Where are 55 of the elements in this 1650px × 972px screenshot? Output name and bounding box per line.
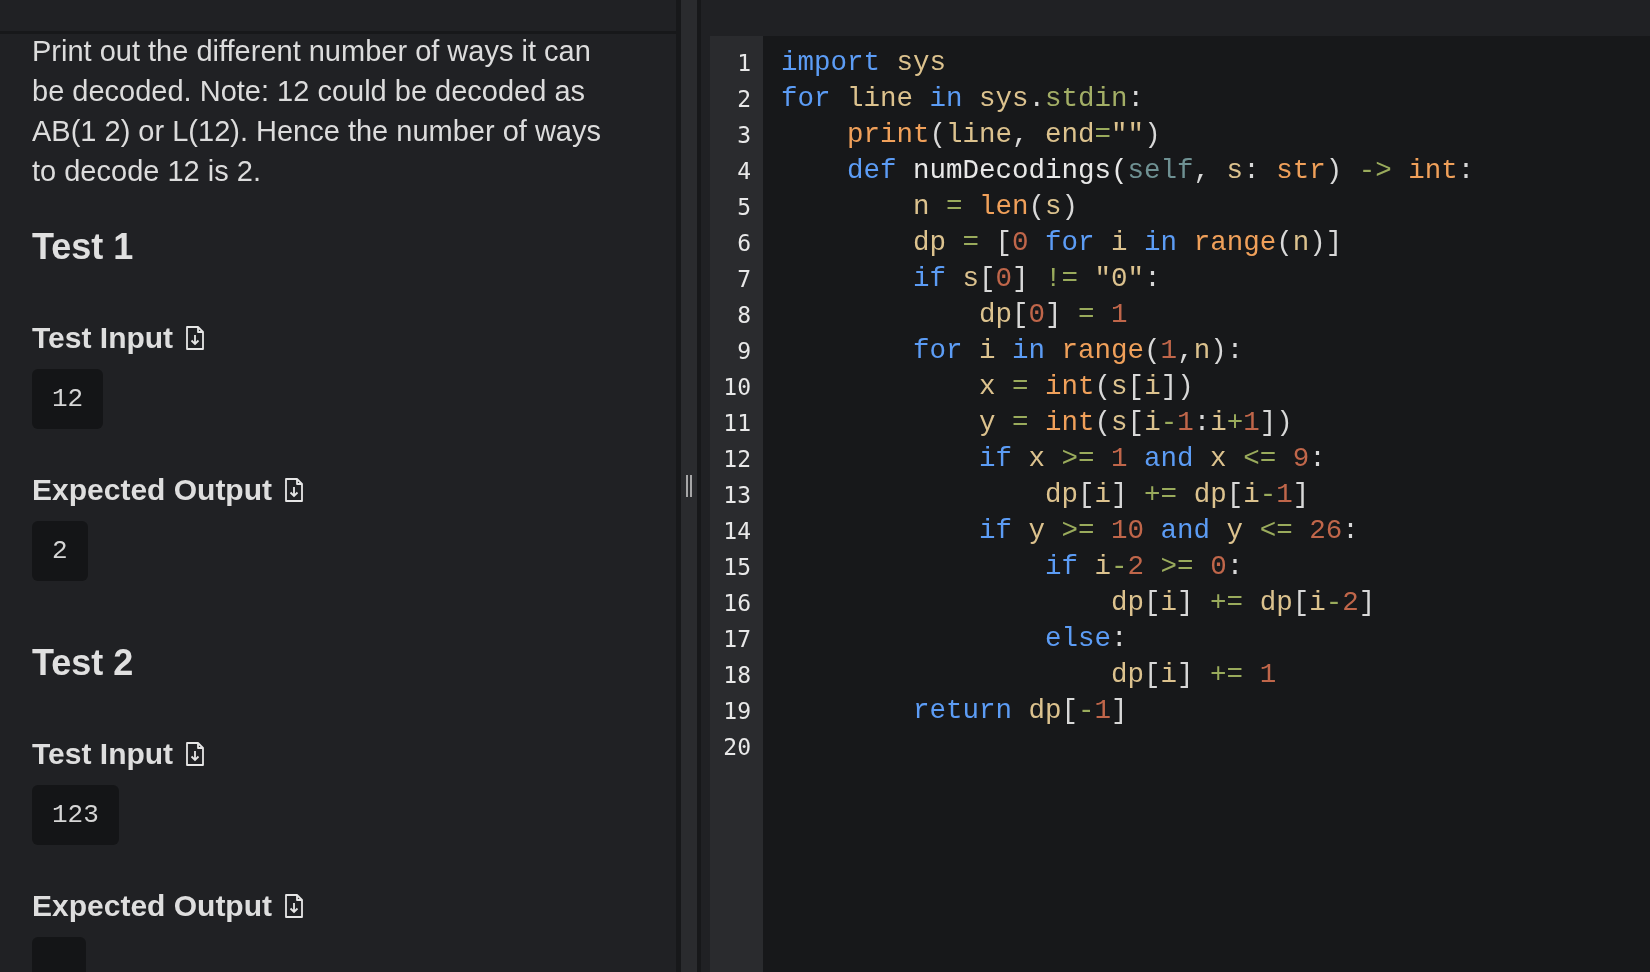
code-line: import sys — [781, 47, 947, 78]
section-label: Test Input — [32, 737, 174, 771]
code-line: dp[i] += 1 — [1110, 659, 1277, 690]
line-number: 5 — [736, 193, 752, 222]
line-number: 6 — [736, 229, 752, 258]
line-number: 17 — [722, 625, 752, 654]
line-number: 18 — [722, 661, 752, 690]
code-line: dp[0] = 1 — [978, 299, 1128, 330]
section-label: Expected Output — [32, 473, 272, 507]
line-number: 4 — [736, 157, 752, 186]
code-line: if x >= 1 and x <= 9: — [978, 443, 1326, 474]
input-value: 123 — [32, 785, 119, 845]
line-number: 10 — [722, 373, 752, 402]
line-number: 16 — [722, 589, 752, 618]
line-number: 11 — [722, 409, 752, 438]
code-line: print(line, end="") — [846, 119, 1161, 150]
file-download-icon[interactable] — [185, 325, 206, 351]
line-number: 15 — [722, 553, 752, 582]
output-value: 2 — [32, 521, 88, 581]
file-download-icon[interactable] — [284, 893, 304, 919]
code-line: if s[0] != "0": — [912, 263, 1161, 294]
problem-description: Print out the different number of ways it can be decoded. Note: 12 could be decoded as AB(1 2) or L(12). Hence the number of ways to decode 12 is 2. — [32, 34, 602, 189]
line-number: 20 — [722, 733, 752, 762]
resize-handle[interactable] — [681, 0, 701, 972]
code-line: for line in sys.stdin: — [781, 83, 1145, 114]
code-line: dp[i] += dp[i-2] — [1110, 587, 1376, 618]
code-line: if y >= 10 and y <= 26: — [978, 515, 1359, 546]
line-number: 2 — [736, 85, 752, 114]
line-number: 14 — [722, 517, 752, 546]
line-number: 1 — [736, 49, 752, 78]
line-number: 3 — [736, 121, 752, 150]
file-download-icon[interactable] — [284, 477, 304, 503]
line-number: 8 — [736, 301, 752, 330]
line-number: 12 — [722, 445, 752, 474]
code-line: if i-2 >= 0: — [1044, 551, 1244, 582]
test-heading: Test 2 — [32, 641, 135, 685]
code-line: return dp[-1] — [912, 695, 1128, 726]
line-number: 7 — [736, 265, 752, 294]
code-line: dp = [0 for i in range(n)] — [912, 227, 1343, 258]
code-line: def numDecodings(self, s: str) -> int: — [846, 155, 1475, 186]
test-heading: Test 1 — [32, 225, 135, 269]
code-line: else: — [1044, 623, 1128, 654]
section-label: Test Input — [32, 321, 174, 355]
code-line: x = int(s[i]) — [978, 371, 1194, 402]
line-number: 19 — [722, 697, 752, 726]
code-line: n = len(s) — [912, 191, 1079, 222]
input-value: 12 — [32, 369, 104, 429]
code-line: y = int(s[i-1:i+1]) — [978, 407, 1293, 438]
code-line: dp[i] += dp[i-1] — [1044, 479, 1310, 510]
file-download-icon[interactable] — [185, 741, 206, 767]
section-label: Expected Output — [32, 889, 272, 923]
line-number: 13 — [722, 481, 752, 510]
grip-icon — [685, 474, 693, 498]
line-number: 9 — [736, 337, 752, 366]
code-line: for i in range(1,n): — [912, 335, 1244, 366]
